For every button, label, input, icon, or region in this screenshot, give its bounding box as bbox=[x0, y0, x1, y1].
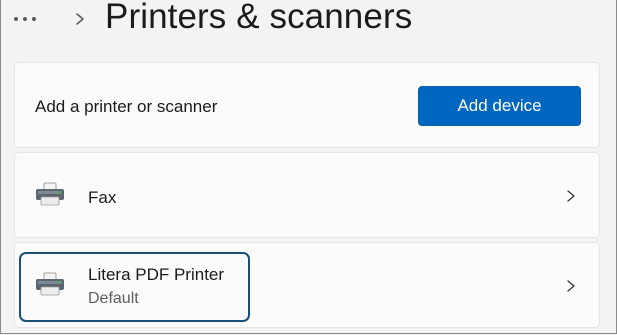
add-printer-label: Add a printer or scanner bbox=[35, 97, 218, 116]
chevron-right-icon[interactable] bbox=[564, 186, 578, 206]
page-title: Printers & scanners bbox=[105, 0, 413, 36]
device-item-fax[interactable]: Fax bbox=[14, 152, 600, 238]
more-horizontal-icon bbox=[14, 17, 18, 21]
add-device-button[interactable]: Add device bbox=[418, 86, 581, 126]
printer-icon bbox=[36, 272, 64, 296]
chevron-right-icon bbox=[76, 13, 84, 25]
device-item-litera-pdf-printer[interactable]: Litera PDF Printer Default bbox=[14, 242, 600, 328]
device-name: Litera PDF Printer bbox=[88, 265, 225, 284]
more-horizontal-icon bbox=[23, 17, 27, 21]
more-horizontal-icon bbox=[32, 17, 36, 21]
device-name: Fax bbox=[88, 188, 117, 207]
device-status: Default bbox=[88, 290, 139, 307]
more-options-button[interactable] bbox=[14, 8, 54, 30]
printer-icon bbox=[36, 182, 64, 206]
chevron-right-icon[interactable] bbox=[564, 276, 578, 296]
add-printer-card: Add a printer or scanner Add device bbox=[14, 62, 600, 148]
page-header: Printers & scanners bbox=[0, 0, 617, 48]
